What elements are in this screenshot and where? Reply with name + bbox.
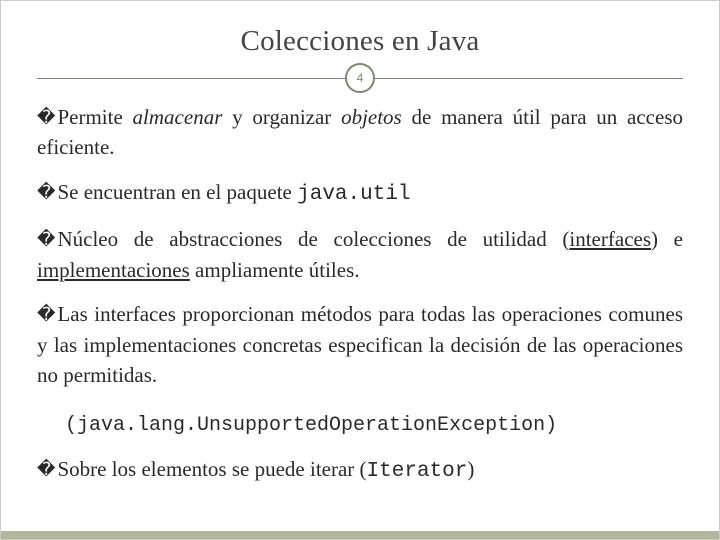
bullet-4: �Las interfaces proporcionan métodos par… [37,299,683,390]
bullet-5-text-pre: Sobre los elementos se puede iterar ( [57,457,366,481]
bullet-2: �Se encuentran en el paquete java.util [37,177,683,210]
bullet-marker-icon: � [37,304,55,324]
bullet-2-code: java.util [297,183,410,206]
bullet-1-em2: objetos [341,105,402,129]
page-number-badge: 4 [345,63,375,93]
bullet-3-text-mid: ) e [651,227,683,251]
slide-content: �Permite almacenar y organizar objetos d… [37,102,683,487]
slide-title: Colecciones en Java [37,25,683,58]
bullet-2-text-pre: Se encuentran en el paquete [57,180,297,204]
bullet-marker-icon: � [37,182,55,202]
bullet-5-text-post: ) [467,457,474,481]
bullet-marker-icon: � [37,107,55,127]
bullet-5: �Sobre los elementos se puede iterar (It… [37,454,683,487]
bullet-1-em1: almacenar [133,105,223,129]
bullet-3-text-post: ampliamente útiles. [190,258,360,282]
bullet-3-u1: interfaces [569,227,651,251]
divider-wrap: 4 [37,64,683,92]
exception-line: (java.lang.UnsupportedOperationException… [65,411,683,440]
bullet-marker-icon: � [37,459,55,479]
bullet-1-text-mid: y organizar [222,105,341,129]
slide: Colecciones en Java 4 �Permite almacenar… [0,0,720,540]
bullet-1-text-pre: Permite [57,105,132,129]
footer-accent-bar [1,531,719,539]
bullet-1: �Permite almacenar y organizar objetos d… [37,102,683,163]
bullet-5-code: Iterator [367,460,468,483]
bullet-3-text-pre: Núcleo de abstracciones de colecciones d… [57,227,569,251]
bullet-3-u2: implementaciones [37,258,190,282]
bullet-marker-icon: � [37,229,55,249]
bullet-3: �Núcleo de abstracciones de colecciones … [37,224,683,285]
bullet-4-text: Las interfaces proporcionan métodos para… [37,302,683,387]
